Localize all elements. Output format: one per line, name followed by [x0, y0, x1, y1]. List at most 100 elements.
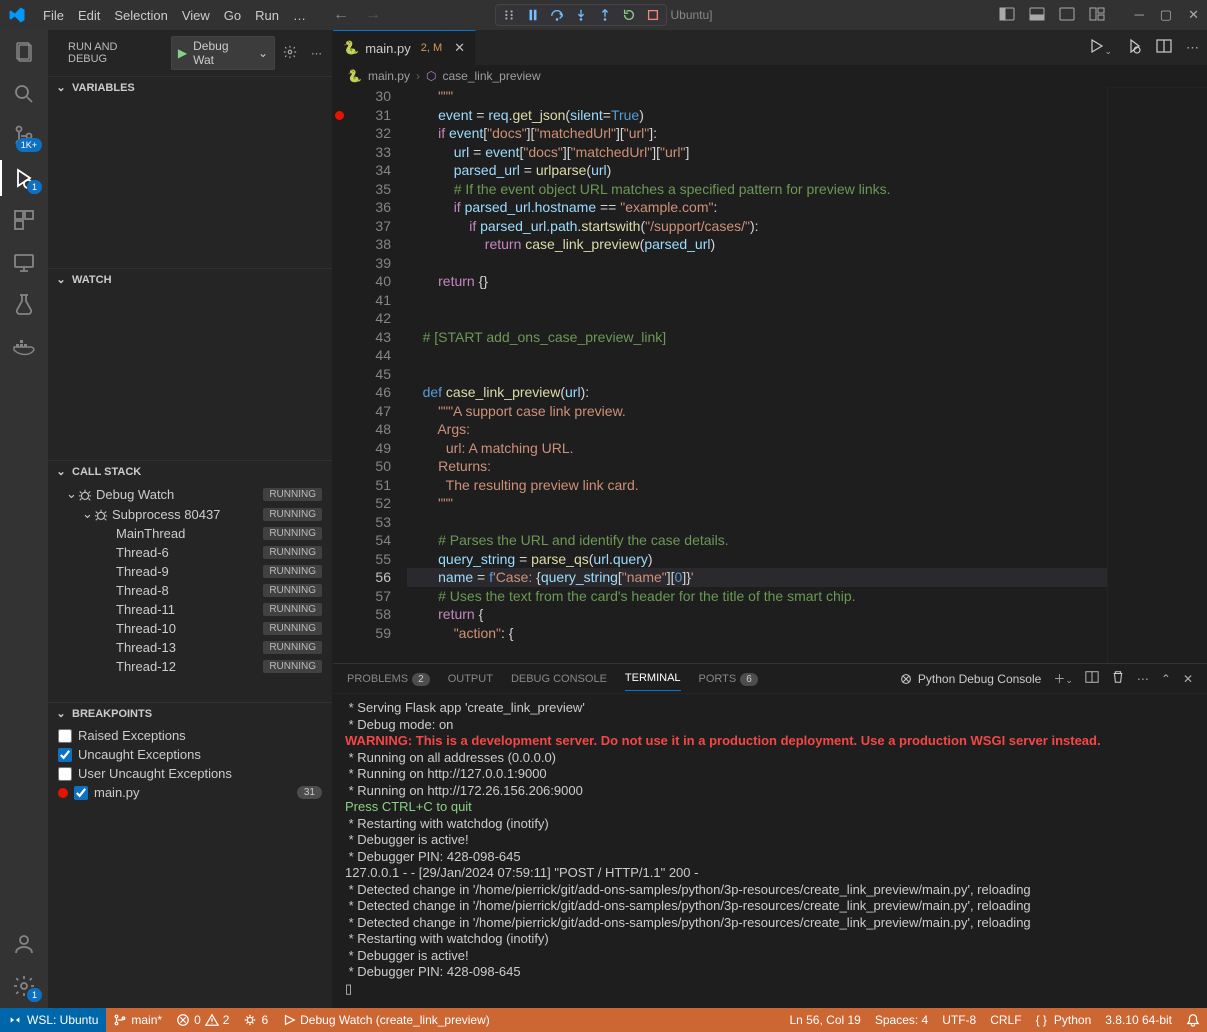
- panel-maximize-icon[interactable]: ⌃: [1161, 672, 1171, 686]
- docker-icon[interactable]: [12, 334, 36, 358]
- breakpoint-option[interactable]: Raised Exceptions: [48, 726, 332, 745]
- breakpoint-option[interactable]: Uncaught Exceptions: [48, 745, 332, 764]
- window-minimize-icon[interactable]: ─: [1135, 7, 1144, 23]
- panel-tab-debug-console[interactable]: DEBUG CONSOLE: [511, 667, 607, 691]
- callstack-row[interactable]: ⌄Subprocess 80437RUNNING: [48, 504, 332, 524]
- panel-tab-output[interactable]: OUTPUT: [448, 667, 493, 691]
- window-maximize-icon[interactable]: ▢: [1160, 7, 1172, 23]
- terminal[interactable]: * Serving Flask app 'create_link_preview…: [333, 694, 1207, 1008]
- tab-close-icon[interactable]: ✕: [454, 40, 465, 56]
- split-terminal-icon[interactable]: [1085, 670, 1099, 687]
- status-branch[interactable]: main*: [106, 1008, 169, 1032]
- accounts-icon[interactable]: [12, 932, 36, 956]
- terminal-profile-label[interactable]: Python Debug Console: [899, 672, 1041, 686]
- watch-section-header[interactable]: ⌄WATCH: [48, 269, 332, 290]
- menu-view[interactable]: View: [175, 8, 217, 23]
- nav-back-icon[interactable]: ←: [333, 6, 349, 24]
- minimap[interactable]: [1107, 87, 1207, 663]
- status-ports[interactable]: 6: [236, 1008, 275, 1032]
- nav-forward-icon[interactable]: →: [365, 6, 381, 24]
- restart-icon[interactable]: [621, 8, 635, 22]
- settings-gear-icon[interactable]: 1: [12, 974, 36, 998]
- step-over-icon[interactable]: [549, 8, 563, 22]
- callstack-row[interactable]: Thread-12RUNNING: [48, 657, 332, 676]
- callstack-section-header[interactable]: ⌄CALL STACK: [48, 461, 332, 482]
- menu-file[interactable]: File: [36, 8, 71, 23]
- callstack-row[interactable]: Thread-10RUNNING: [48, 619, 332, 638]
- panel-more-icon[interactable]: ⋯: [1137, 672, 1149, 686]
- status-remote[interactable]: WSL: Ubuntu: [0, 1008, 106, 1032]
- callstack-row[interactable]: ⌄Debug WatchRUNNING: [48, 484, 332, 504]
- bp-line-badge: 31: [297, 786, 322, 799]
- panel-close-icon[interactable]: ✕: [1183, 672, 1193, 686]
- callstack-row[interactable]: Thread-8RUNNING: [48, 581, 332, 600]
- menu-selection[interactable]: Selection: [107, 8, 174, 23]
- debug-settings-icon[interactable]: [283, 45, 297, 62]
- status-badge: RUNNING: [263, 584, 322, 597]
- new-terminal-icon[interactable]: ＋⌄: [1053, 670, 1073, 687]
- callstack-row[interactable]: Thread-6RUNNING: [48, 543, 332, 562]
- breadcrumb-symbol: case_link_preview: [442, 69, 540, 83]
- editor-tab[interactable]: 🐍 main.py 2, M ✕: [333, 30, 476, 66]
- python-file-icon: 🐍: [347, 69, 362, 83]
- breakpoint-checkbox[interactable]: [58, 767, 72, 781]
- layout-toggle-bottom-icon[interactable]: [1029, 6, 1045, 25]
- status-cursor[interactable]: Ln 56, Col 19: [782, 1013, 867, 1027]
- editor-more-icon[interactable]: ⋯: [1186, 40, 1199, 56]
- sidebar: RUN AND DEBUG ▶ Debug Wat ⌄ ⋯ ⌄VARIABLES…: [48, 30, 333, 1008]
- debug-launch-icon[interactable]: [1126, 38, 1142, 57]
- status-notifications-icon[interactable]: [1179, 1013, 1207, 1027]
- remote-explorer-icon[interactable]: [12, 250, 36, 274]
- status-indent[interactable]: Spaces: 4: [868, 1013, 935, 1027]
- editor-area[interactable]: 3031323334353637383940414243444546474849…: [333, 87, 1207, 663]
- split-editor-icon[interactable]: [1156, 38, 1172, 57]
- panel-tab-ports[interactable]: PORTS6: [699, 667, 758, 691]
- menu-edit[interactable]: Edit: [71, 8, 107, 23]
- run-debug-icon[interactable]: 1: [12, 166, 36, 190]
- step-out-icon[interactable]: [597, 8, 611, 22]
- breakpoint-file-row[interactable]: main.py31: [48, 783, 332, 802]
- extensions-icon[interactable]: [12, 208, 36, 232]
- callstack-row[interactable]: MainThreadRUNNING: [48, 524, 332, 543]
- variables-section-header[interactable]: ⌄VARIABLES: [48, 77, 332, 98]
- menu-overflow[interactable]: …: [286, 8, 313, 23]
- panel-tab-problems[interactable]: PROBLEMS2: [347, 667, 430, 691]
- breakpoint-checkbox[interactable]: [74, 786, 88, 800]
- callstack-row[interactable]: Thread-11RUNNING: [48, 600, 332, 619]
- breakpoint-marker-icon[interactable]: [335, 111, 344, 120]
- status-debug-session[interactable]: Debug Watch (create_link_preview): [275, 1008, 497, 1032]
- explorer-icon[interactable]: [12, 40, 36, 64]
- breakpoint-checkbox[interactable]: [58, 748, 72, 762]
- source-control-icon[interactable]: 1K+: [12, 124, 36, 148]
- status-interpreter[interactable]: 3.8.10 64-bit: [1098, 1013, 1179, 1027]
- stop-icon[interactable]: [645, 8, 659, 22]
- menu-run[interactable]: Run: [248, 8, 286, 23]
- layout-toggle-left-icon[interactable]: [999, 6, 1015, 25]
- testing-icon[interactable]: [12, 292, 36, 316]
- bug-icon: [78, 486, 92, 502]
- panel-tab-terminal[interactable]: TERMINAL: [625, 666, 681, 691]
- layout-toggle-right-icon[interactable]: [1059, 6, 1075, 25]
- status-language[interactable]: { }Python: [1029, 1013, 1099, 1027]
- breadcrumb[interactable]: 🐍 main.py › ⬡ case_link_preview: [333, 66, 1207, 87]
- breakpoints-section-header[interactable]: ⌄BREAKPOINTS: [48, 703, 332, 724]
- callstack-row[interactable]: Thread-9RUNNING: [48, 562, 332, 581]
- breakpoint-checkbox[interactable]: [58, 729, 72, 743]
- menu-go[interactable]: Go: [217, 8, 248, 23]
- status-eol[interactable]: CRLF: [983, 1013, 1028, 1027]
- customize-layout-icon[interactable]: [1089, 6, 1105, 25]
- drag-handle-icon[interactable]: [501, 8, 515, 22]
- callstack-row[interactable]: Thread-13RUNNING: [48, 638, 332, 657]
- search-icon[interactable]: [12, 82, 36, 106]
- window-close-icon[interactable]: ✕: [1188, 7, 1199, 23]
- more-actions-icon[interactable]: ⋯: [311, 47, 322, 60]
- run-file-icon[interactable]: ⌄: [1088, 38, 1112, 57]
- pause-icon[interactable]: [525, 8, 539, 22]
- status-encoding[interactable]: UTF-8: [935, 1013, 983, 1027]
- step-into-icon[interactable]: [573, 8, 587, 22]
- debug-config-dropdown[interactable]: ▶ Debug Wat ⌄: [171, 36, 275, 70]
- kill-terminal-icon[interactable]: [1111, 670, 1125, 687]
- status-problems[interactable]: 0 2: [169, 1008, 236, 1032]
- breakpoint-option[interactable]: User Uncaught Exceptions: [48, 764, 332, 783]
- callstack-label: Debug Watch: [96, 487, 174, 502]
